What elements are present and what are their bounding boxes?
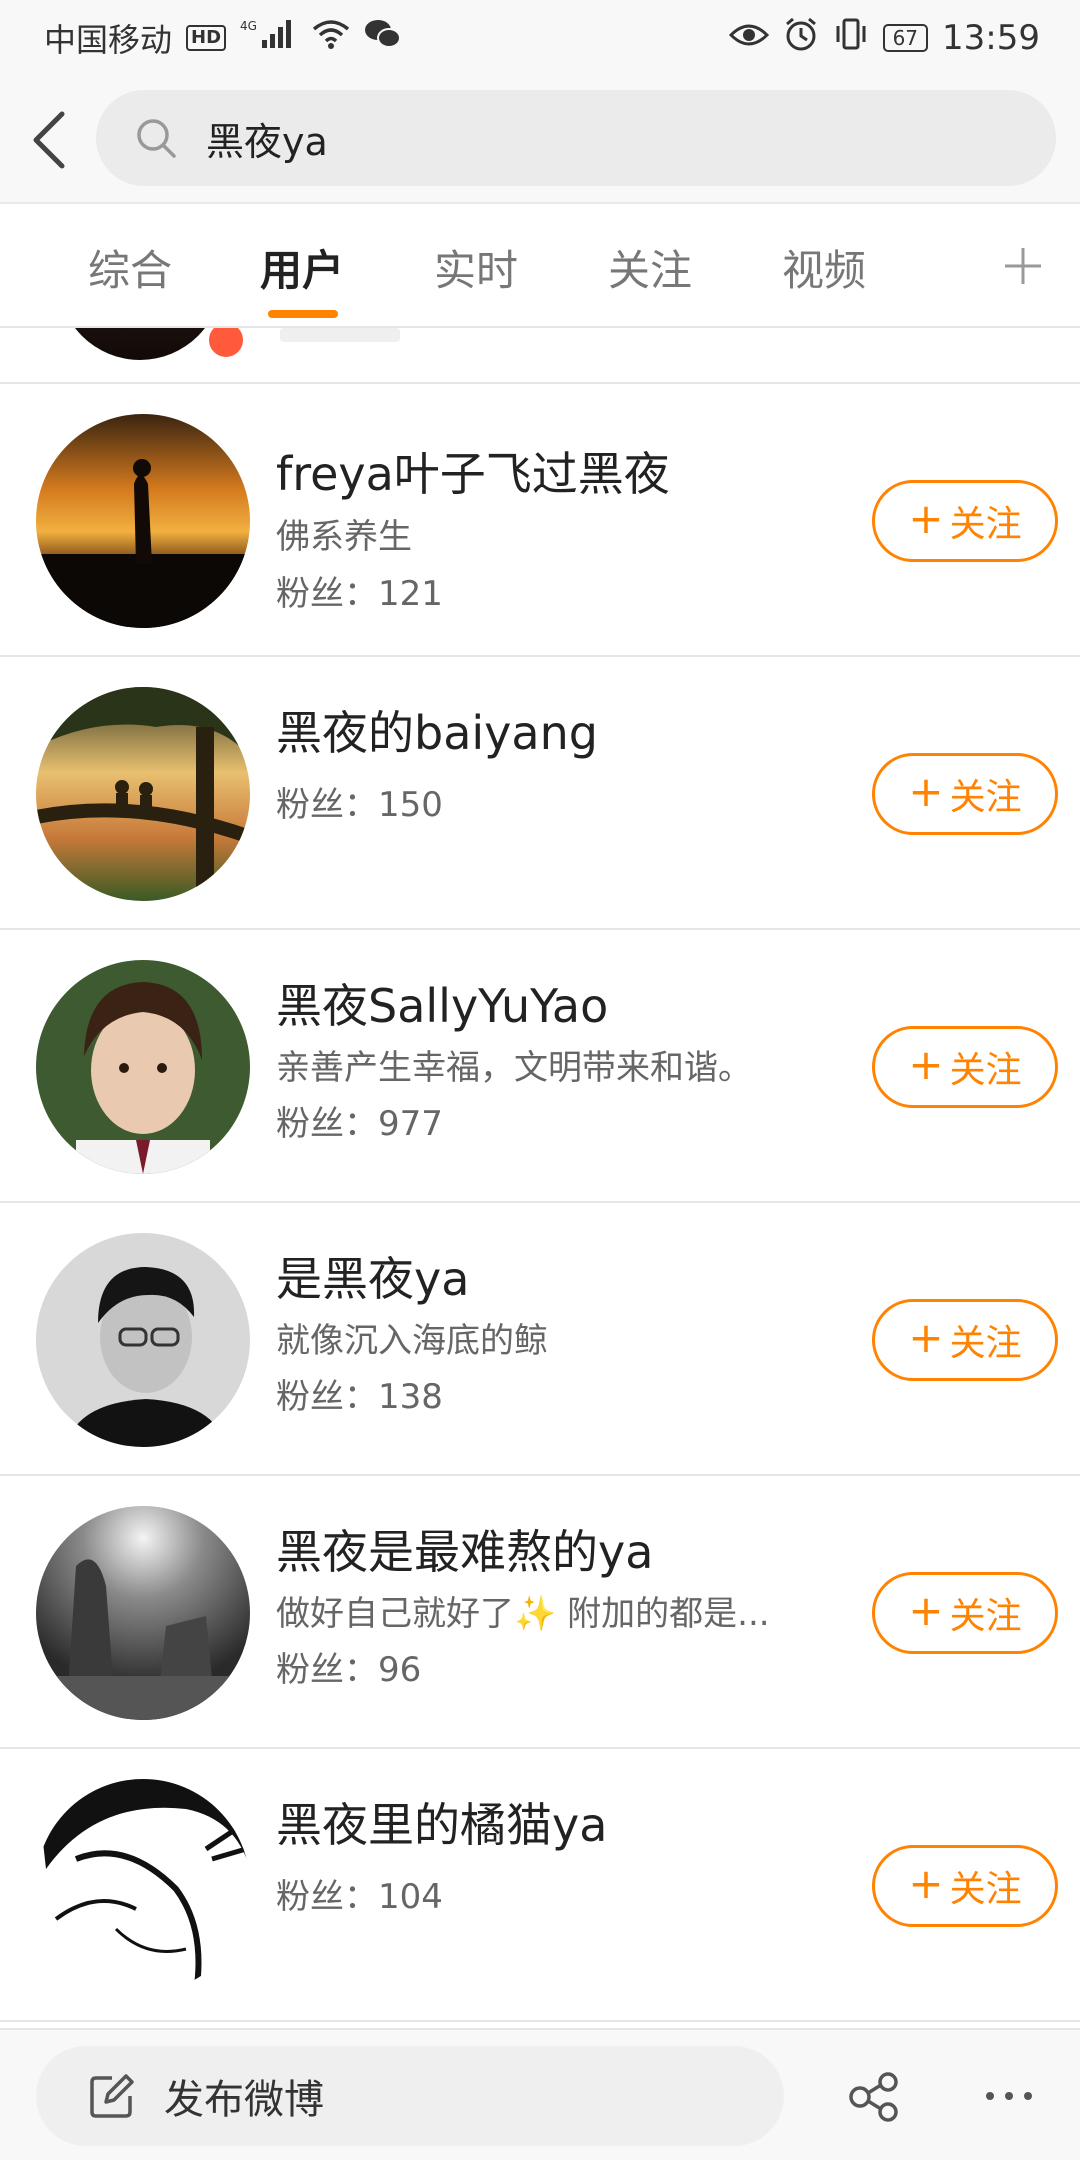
user-row[interactable]: 黑夜SallyYuYao 亲善产生幸福，文明带来和谐。 粉丝：977 + 关注 [0,930,1080,1203]
avatar [36,1233,250,1447]
user-row[interactable]: 黑夜里的橘猫ya 粉丝：104 + 关注 [0,1749,1080,2022]
follow-button[interactable]: + 关注 [872,753,1058,835]
avatar [36,1779,250,1993]
follow-button[interactable]: + 关注 [872,1845,1058,1927]
user-bio: 亲善产生幸福，文明带来和谐。 [276,1048,752,1088]
tab-video[interactable]: 视频 [762,206,886,328]
plus-icon: + [908,1859,944,1908]
plus-icon: + [908,494,944,543]
edit-icon [90,2074,134,2118]
list-item-partial[interactable] [0,328,1080,384]
plus-icon: + [908,767,944,816]
wechat-icon [364,18,402,58]
tab-comprehensive[interactable]: 综合 [68,206,192,328]
user-fans: 粉丝：121 [276,574,443,614]
alarm-icon [783,16,819,60]
compose-label: 发布微博 [164,2077,324,2123]
user-fans: 粉丝：150 [276,785,443,825]
user-fans: 粉丝：104 [276,1877,443,1917]
user-name: 是黑夜ya [276,1252,470,1306]
bottom-toolbar: 发布微博 [0,2028,1080,2160]
avatar [36,1506,250,1720]
user-fans: 粉丝：96 [276,1650,422,1690]
tab-realtime[interactable]: 实时 [414,206,538,328]
compose-button[interactable]: 发布微博 [36,2046,784,2146]
follow-button[interactable]: + 关注 [872,1572,1058,1654]
avatar [36,414,250,628]
user-bio: 做好自己就好了✨ 附加的都是... [276,1594,770,1634]
status-time: 13:59 [942,18,1040,58]
user-row[interactable]: 黑夜的baiyang 粉丝：150 + 关注 [0,657,1080,930]
user-row[interactable]: 是黑夜ya 就像沉入海底的鲸 粉丝：138 + 关注 [0,1203,1080,1476]
hd-badge: HD [186,25,227,51]
user-bio: 就像沉入海底的鲸 [276,1321,548,1361]
user-name: freya叶子飞过黑夜 [276,447,670,501]
tab-bar: 综合 用户 实时 关注 视频 [0,206,1080,328]
more-icon[interactable] [984,2088,1034,2104]
search-input[interactable]: 黑夜ya [96,90,1056,186]
follow-button[interactable]: + 关注 [872,480,1058,562]
user-name: 黑夜是最难熬的ya [276,1525,654,1579]
user-bio: 佛系养生 [276,517,412,557]
add-tab-icon[interactable] [1000,236,1046,296]
carrier-label: 中国移动 [44,21,173,59]
wifi-icon [312,19,350,57]
back-arrow-icon[interactable] [22,102,82,178]
user-name: 黑夜SallyYuYao [276,979,609,1033]
plus-icon: + [908,1586,944,1635]
user-row[interactable]: freya叶子飞过黑夜 佛系养生 粉丝：121 + 关注 [0,384,1080,657]
follow-button[interactable]: + 关注 [872,1299,1058,1381]
user-fans: 粉丝：977 [276,1104,443,1144]
avatar [58,328,222,360]
search-icon [137,119,176,158]
battery-indicator: 67 [882,24,929,52]
follow-button[interactable]: + 关注 [872,1026,1058,1108]
network-type: 4G [240,19,257,33]
active-tab-indicator [268,310,338,318]
user-name: 黑夜的baiyang [276,706,598,760]
share-icon[interactable] [848,2072,900,2122]
eye-icon [728,19,769,57]
user-name: 黑夜里的橘猫ya [276,1798,608,1852]
vibrate-icon [833,16,869,60]
tab-following[interactable]: 关注 [588,206,712,328]
status-bar: 中国移动 HD 4G 67 13:59 [0,0,1080,76]
avatar [36,960,250,1174]
plus-icon: + [908,1040,944,1089]
search-header: 黑夜ya [0,76,1080,204]
avatar [36,687,250,901]
signal-icon: 4G [240,18,298,58]
verified-badge-icon [206,328,246,360]
plus-icon: + [908,1313,944,1362]
user-row[interactable]: 黑夜是最难熬的ya 做好自己就好了✨ 附加的都是... 粉丝：96 + 关注 [0,1476,1080,1749]
user-list: freya叶子飞过黑夜 佛系养生 粉丝：121 + 关注 黑夜的baiyang 粉 [0,328,1080,2028]
user-fans: 粉丝：138 [276,1377,443,1417]
search-query: 黑夜ya [206,119,328,164]
